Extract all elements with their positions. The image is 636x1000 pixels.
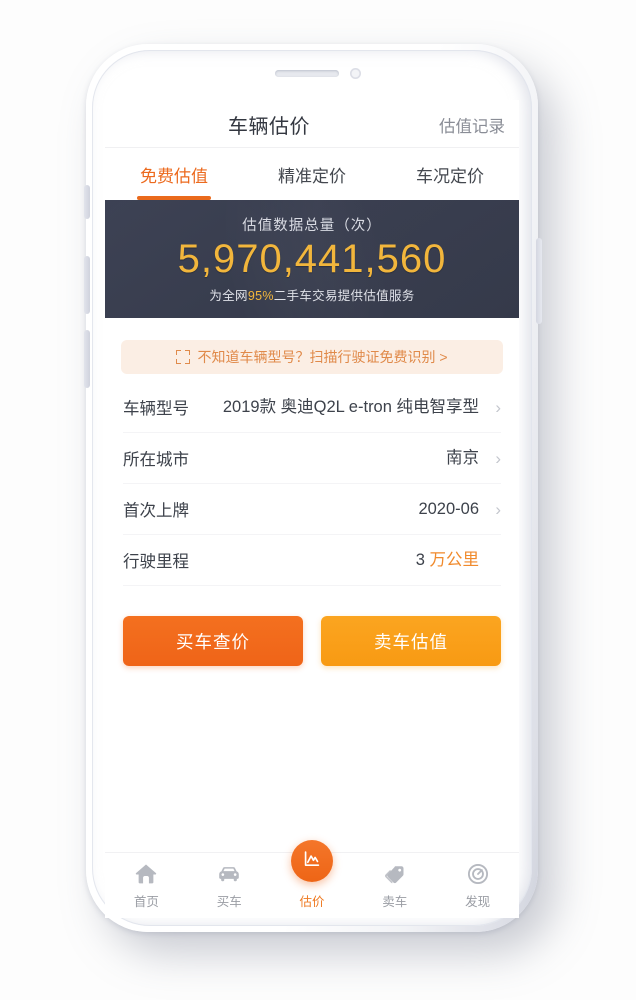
stat-sub-highlight: 95% [247, 289, 274, 304]
volume-down-button[interactable] [84, 330, 90, 388]
app-header: 车辆估价 估值记录 [105, 100, 519, 148]
phone-screen: 车辆估价 估值记录 免费估值 精准定价 车况定价 估值数据总量（次） 5,970… [105, 100, 519, 918]
form-row-mileage[interactable]: 行驶里程 3 万公里 › [123, 535, 501, 586]
form-row-first-registration[interactable]: 首次上牌 2020-06 › [123, 484, 501, 535]
chevron-right-icon: › [495, 499, 501, 519]
nav-item-home[interactable]: 首页 [105, 861, 188, 910]
nav-item-discover[interactable]: 发现 [436, 861, 519, 910]
chart-icon [301, 848, 323, 875]
cta-button-row: 买车查价 卖车估值 [123, 616, 501, 666]
valuation-stat-banner: 估值数据总量（次） 5,970,441,560 为全网95%二手车交易提供估值服… [105, 200, 519, 318]
nav-label-home: 首页 [133, 895, 159, 909]
scan-frame-icon [176, 350, 191, 364]
chevron-right-icon: › [495, 448, 501, 468]
sell-car-valuation-button[interactable]: 卖车估值 [321, 616, 501, 666]
volume-up-button[interactable] [84, 256, 90, 314]
earpiece-speaker [275, 70, 339, 77]
form-row-car-model[interactable]: 车辆型号 2019款 奥迪Q2L e-tron 纯电智享型 › [123, 382, 501, 433]
screenshot-canvas: 车辆估价 估值记录 免费估值 精准定价 车况定价 估值数据总量（次） 5,970… [0, 0, 636, 1000]
chevron-right-icon: › [495, 397, 501, 417]
nav-label-discover: 发现 [465, 895, 491, 909]
silent-switch-button[interactable] [84, 185, 90, 219]
stat-banner-number: 5,970,441,560 [177, 236, 447, 281]
row-label-first-registration: 首次上牌 [123, 502, 189, 520]
bottom-nav-bar: 首页 买车 估价 卖车 发现 [105, 840, 519, 918]
nav-label-sell-car: 卖车 [382, 895, 408, 909]
tab-condition-pricing[interactable]: 车况定价 [381, 162, 519, 187]
home-icon [133, 861, 159, 887]
nav-label-buy-car: 买车 [216, 895, 242, 909]
tag-icon [382, 861, 408, 887]
nav-item-valuation[interactable]: 估价 [271, 840, 354, 910]
row-label-mileage: 行驶里程 [123, 553, 189, 571]
valuation-badge[interactable] [290, 840, 333, 882]
power-button[interactable] [536, 238, 542, 324]
scan-license-banner[interactable]: 不知道车辆型号？扫描行驶证免费识别 > [121, 340, 503, 374]
stat-banner-label: 估值数据总量（次） [242, 217, 382, 234]
nav-item-sell-car[interactable]: 卖车 [353, 861, 436, 910]
tab-bar: 免费估值 精准定价 车况定价 [105, 148, 519, 200]
tab-free-valuation[interactable]: 免费估值 [105, 162, 243, 187]
row-value-mileage: 3 万公里 [189, 549, 479, 572]
row-value-car-model: 2019款 奥迪Q2L e-tron 纯电智享型 [222, 397, 479, 416]
nav-item-buy-car[interactable]: 买车 [188, 861, 271, 910]
valuation-history-link[interactable]: 估值记录 [439, 113, 505, 137]
scan-banner-text: 不知道车辆型号？扫描行驶证免费识别 > [197, 349, 448, 365]
front-camera-icon [350, 68, 361, 79]
stat-sub-prefix: 为全网 [209, 289, 248, 304]
compass-icon [465, 861, 491, 887]
nav-label-valuation: 估价 [299, 895, 325, 909]
mileage-unit: 万公里 [429, 550, 480, 569]
tab-precise-pricing[interactable]: 精准定价 [243, 162, 381, 187]
row-value-first-registration: 2020-06 [418, 499, 479, 518]
buy-car-check-price-button[interactable]: 买车查价 [123, 616, 303, 666]
stat-sub-suffix: 二手车交易提供估值服务 [273, 289, 415, 304]
row-label-car-model: 车辆型号 [123, 400, 189, 418]
row-value-city: 南京 [446, 448, 479, 467]
vehicle-form-list: 车辆型号 2019款 奥迪Q2L e-tron 纯电智享型 › 所在城市 南京 … [123, 382, 501, 586]
row-label-city: 所在城市 [123, 451, 189, 469]
car-icon [216, 861, 242, 887]
form-row-city[interactable]: 所在城市 南京 › [123, 433, 501, 484]
stat-banner-subtitle: 为全网95%二手车交易提供估值服务 [209, 285, 414, 304]
mileage-number: 3 [415, 550, 425, 569]
